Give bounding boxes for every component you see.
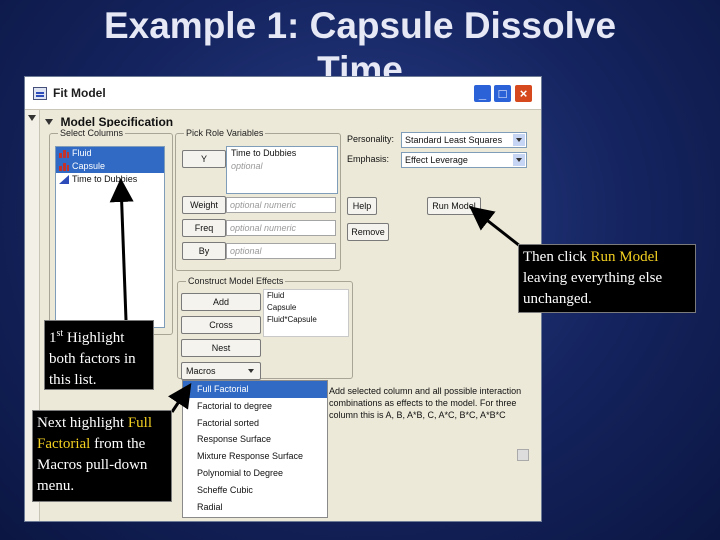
- by-field[interactable]: optional: [226, 243, 336, 259]
- emphasis-select[interactable]: Effect Leverage: [401, 152, 527, 168]
- y-role-optional: optional: [231, 161, 263, 171]
- nominal-bar-icon: [59, 150, 69, 158]
- minimize-button[interactable]: _: [473, 84, 492, 103]
- emphasis-value: Effect Leverage: [405, 155, 468, 165]
- effect-item[interactable]: Fluid: [264, 290, 348, 302]
- chevron-down-icon: [513, 134, 525, 146]
- callout-text: leaving everything else unchanged.: [523, 270, 663, 307]
- freq-field[interactable]: optional numeric: [226, 220, 336, 236]
- disclosure-icon[interactable]: [28, 115, 36, 121]
- pick-role-group: Pick Role Variables Y Time to Dubbies op…: [175, 127, 341, 271]
- maximize-button[interactable]: □: [493, 84, 512, 103]
- menu-item-full-factorial[interactable]: Full Factorial: [183, 381, 327, 398]
- menu-item-polynomial[interactable]: Polynomial to Degree: [183, 465, 327, 482]
- run-model-button[interactable]: Run Model: [427, 197, 481, 215]
- emphasis-label: Emphasis:: [347, 154, 390, 164]
- personality-select[interactable]: Standard Least Squares: [401, 132, 527, 148]
- nominal-bar-icon: [59, 163, 69, 171]
- window-title: Fit Model: [53, 86, 106, 100]
- macro-description: Add selected column and all possible int…: [329, 386, 522, 420]
- callout-text: Next highlight: [37, 415, 128, 431]
- disclosure-icon[interactable]: [45, 118, 53, 125]
- model-effects-list[interactable]: Fluid Capsule Fluid*Capsule: [263, 289, 349, 337]
- select-columns-label: Select Columns: [58, 127, 126, 139]
- effect-item[interactable]: Capsule: [264, 302, 348, 314]
- menu-item-radial[interactable]: Radial: [183, 499, 327, 516]
- weight-field[interactable]: optional numeric: [226, 197, 336, 213]
- cross-button[interactable]: Cross: [181, 316, 261, 334]
- chevron-down-icon: [248, 369, 254, 373]
- macros-label: Macros: [186, 366, 216, 376]
- column-item-label: Fluid: [72, 148, 92, 158]
- pick-role-label: Pick Role Variables: [184, 127, 266, 139]
- callout-next-highlight: Next highlight Full Factorial from the M…: [32, 410, 172, 502]
- slide-title-line1: Example 1: Capsule Dissolve: [103, 5, 617, 46]
- nest-button[interactable]: Nest: [181, 339, 261, 357]
- close-button[interactable]: ×: [514, 84, 533, 103]
- freq-role-button[interactable]: Freq: [182, 219, 226, 237]
- menu-item-response-surface[interactable]: Response Surface: [183, 431, 327, 448]
- menu-item-mixture-response[interactable]: Mixture Response Surface: [183, 448, 327, 465]
- personality-label: Personality:: [347, 134, 395, 144]
- effect-item[interactable]: Fluid*Capsule: [264, 314, 348, 326]
- callout-highlight: Run Model: [590, 249, 659, 265]
- column-item-time[interactable]: Time to Dubbies: [56, 173, 164, 186]
- callout-highlight-factors: 1st Highlight both factors in this list.: [44, 320, 154, 390]
- callout-text: Then click: [523, 249, 591, 265]
- y-role-list[interactable]: Time to Dubbies optional: [226, 146, 338, 194]
- window-titlebar[interactable]: Fit Model _ □ ×: [25, 77, 541, 110]
- personality-value: Standard Least Squares: [405, 135, 503, 145]
- remove-button[interactable]: Remove: [347, 223, 389, 241]
- scroll-corner[interactable]: [517, 449, 529, 461]
- y-role-button[interactable]: Y: [182, 150, 226, 168]
- column-item-label: Capsule: [72, 161, 106, 171]
- menu-item-factorial-sorted[interactable]: Factorial sorted: [183, 415, 327, 432]
- callout-number: 1: [49, 330, 57, 346]
- model-spec-header[interactable]: Model Specification: [45, 113, 173, 129]
- menu-item-scheffe-cubic[interactable]: Scheffe Cubic: [183, 482, 327, 499]
- column-item-fluid[interactable]: Fluid: [56, 147, 164, 160]
- y-role-item-label: Time to Dubbies: [231, 148, 297, 158]
- add-effect-button[interactable]: Add: [181, 293, 261, 311]
- app-icon: [33, 87, 47, 100]
- column-item-capsule[interactable]: Capsule: [56, 160, 164, 173]
- construct-effects-label: Construct Model Effects: [186, 275, 286, 287]
- macros-menu[interactable]: Full Factorial Factorial to degree Facto…: [182, 380, 328, 518]
- help-button[interactable]: Help: [347, 197, 377, 215]
- callout-run-model: Then click Run Model leaving everything …: [518, 244, 696, 313]
- column-list[interactable]: Fluid Capsule Time to Dubbies: [55, 146, 165, 328]
- y-role-item[interactable]: Time to Dubbies: [227, 147, 337, 160]
- column-item-label: Time to Dubbies: [72, 174, 138, 184]
- select-columns-group: Select Columns Fluid Capsule Time to Dub…: [49, 127, 173, 335]
- chevron-down-icon: [513, 154, 525, 166]
- continuous-triangle-icon: [59, 175, 69, 184]
- menu-item-factorial-degree[interactable]: Factorial to degree: [183, 398, 327, 415]
- weight-role-button[interactable]: Weight: [182, 196, 226, 214]
- by-role-button[interactable]: By: [182, 242, 226, 260]
- macros-button[interactable]: Macros: [181, 362, 261, 380]
